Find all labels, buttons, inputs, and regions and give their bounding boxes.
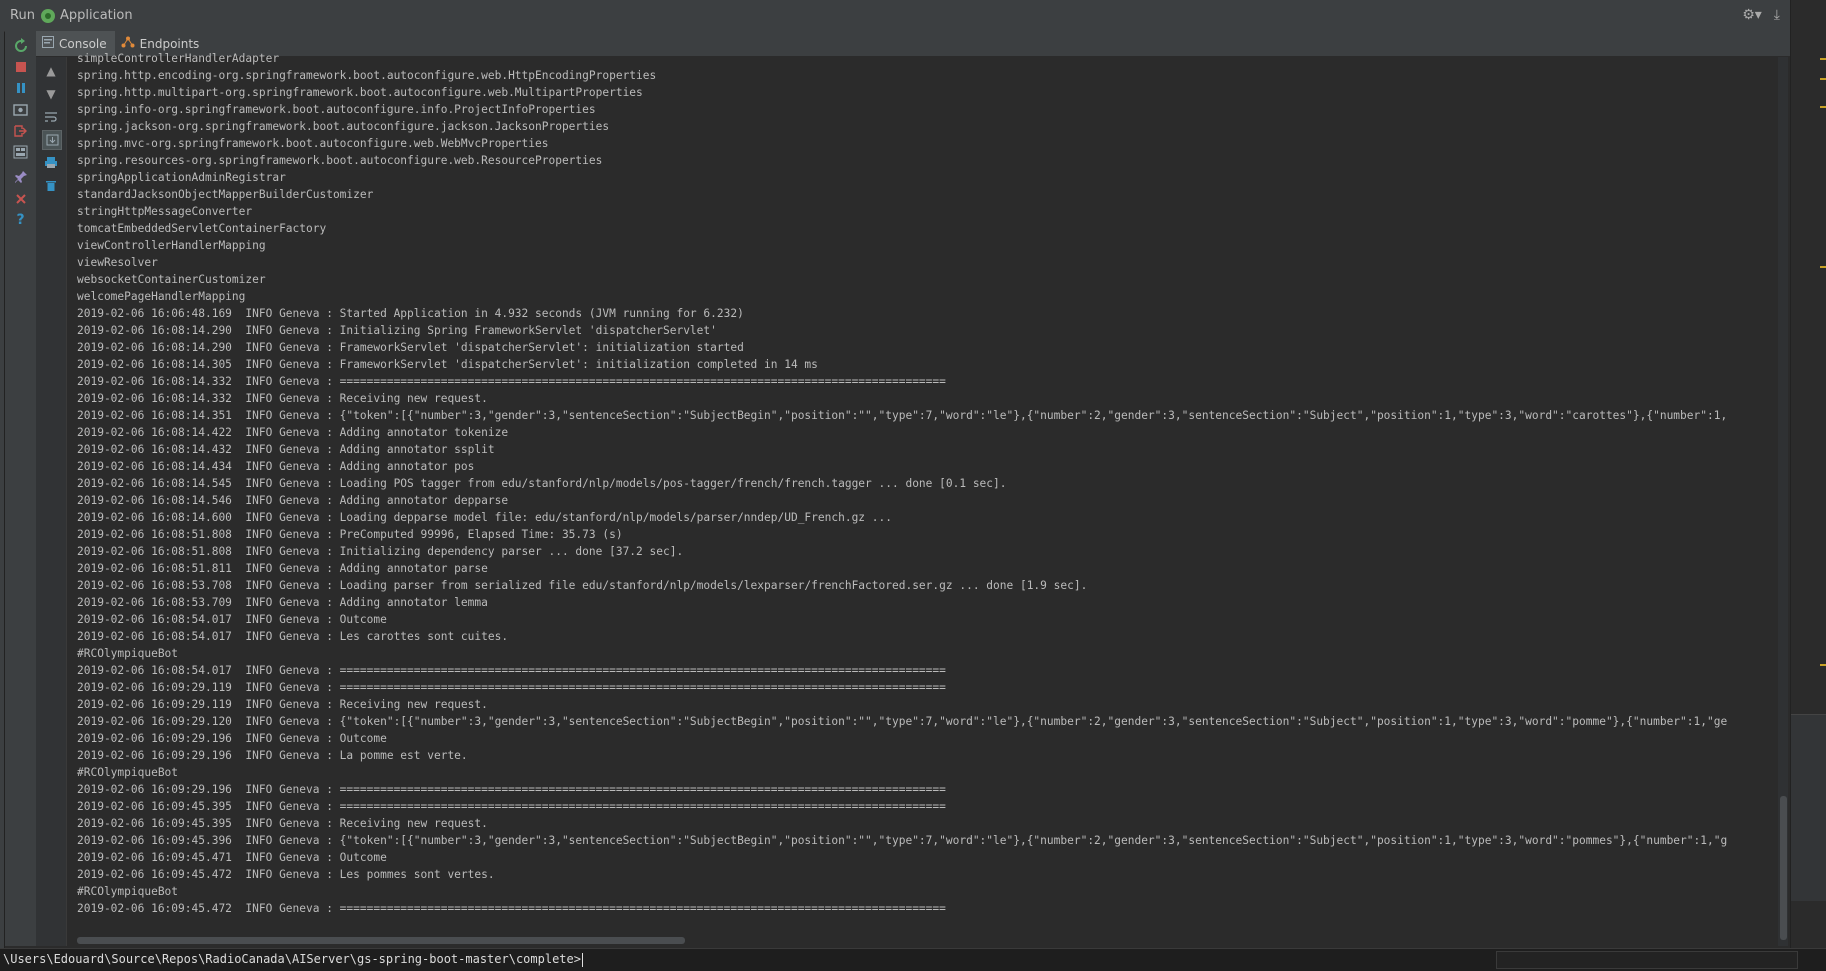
console-line: 2019-02-06 16:08:54.017 INFO Geneva : Le…	[77, 630, 509, 643]
console-line: 2019-02-06 16:08:51.811 INFO Geneva : Ad…	[77, 562, 488, 575]
text-caret	[581, 952, 583, 967]
pause-icon[interactable]	[12, 79, 29, 96]
editor-side-strip	[1790, 0, 1826, 948]
console-line: viewResolver	[77, 256, 158, 269]
dump-threads-icon[interactable]	[12, 101, 29, 118]
console-line: simpleControllerHandlerAdapter	[77, 52, 280, 65]
console-line: 2019-02-06 16:08:53.708 INFO Geneva : Lo…	[77, 579, 1088, 592]
console-line: #RCOlympiqueBot	[77, 885, 179, 898]
console-line: standardJacksonObjectMapperBuilderCustom…	[77, 188, 374, 201]
console-line: 2019-02-06 16:06:48.169 INFO Geneva : St…	[77, 307, 744, 320]
console-line: 2019-02-06 16:08:14.290 INFO Geneva : Fr…	[77, 341, 744, 354]
console-line: spring.resources-org.springframework.boo…	[77, 154, 603, 167]
hide-icon[interactable]: ⤓	[1774, 7, 1780, 23]
console-line: 2019-02-06 16:08:14.600 INFO Geneva : Lo…	[77, 511, 892, 524]
console-toolbar: ▲ ▼	[36, 57, 67, 946]
command-prompt-path: \Users\Edouard\Source\Repos\RadioCanada\…	[3, 952, 581, 966]
console-line: 2019-02-06 16:08:14.305 INFO Geneva : Fr…	[77, 358, 818, 371]
tab-endpoints-label: Endpoints	[139, 36, 200, 51]
marker	[1820, 266, 1826, 268]
console-line: 2019-02-06 16:08:14.332 INFO Geneva : Re…	[77, 392, 488, 405]
down-arrow-icon[interactable]: ▼	[42, 85, 60, 103]
console-output[interactable]: simpleControllerHandlerAdapter spring.htt…	[67, 50, 1785, 932]
print-icon[interactable]	[42, 153, 60, 171]
console-line: viewControllerHandlerMapping	[77, 239, 266, 252]
help-icon[interactable]: ?	[12, 211, 29, 228]
console-line: 2019-02-06 16:08:14.351 INFO Geneva : {"…	[77, 409, 1728, 422]
console-line: 2019-02-06 16:09:29.196 INFO Geneva : La…	[77, 749, 468, 762]
run-tool-window-header: Run Application ⚙▾ ⤓	[4, 0, 1790, 32]
console-line: 2019-02-06 16:08:14.432 INFO Geneva : Ad…	[77, 443, 495, 456]
endpoints-icon	[121, 36, 135, 51]
run-configuration-name[interactable]: Application	[60, 8, 133, 23]
console-line: 2019-02-06 16:09:45.471 INFO Geneva : Ou…	[77, 851, 387, 864]
console-line: 2019-02-06 16:09:29.119 INFO Geneva : ==…	[77, 681, 946, 694]
layout-icon[interactable]	[12, 143, 29, 160]
console-line: stringHttpMessageConverter	[77, 205, 253, 218]
command-prompt-bar[interactable]: \Users\Edouard\Source\Repos\RadioCanada\…	[0, 948, 1826, 971]
console-line: 2019-02-06 16:08:51.808 INFO Geneva : In…	[77, 545, 684, 558]
run-label: Run	[10, 8, 35, 23]
gear-icon[interactable]: ⚙▾	[1742, 7, 1762, 23]
console-line: spring.http.encoding-org.springframework…	[77, 69, 657, 82]
rerun-icon[interactable]	[12, 37, 29, 54]
console-line: spring.http.multipart-org.springframewor…	[77, 86, 643, 99]
close-icon[interactable]	[12, 190, 29, 207]
pin-icon[interactable]	[12, 168, 29, 185]
console-line: spring.info-org.springframework.boot.aut…	[77, 103, 596, 116]
up-arrow-icon[interactable]: ▲	[42, 62, 60, 80]
console-line: 2019-02-06 16:08:14.545 INFO Geneva : Lo…	[77, 477, 1007, 490]
console-line: 2019-02-06 16:09:45.395 INFO Geneva : Re…	[77, 817, 488, 830]
trash-icon[interactable]	[42, 176, 60, 194]
console-line: 2019-02-06 16:09:29.119 INFO Geneva : Re…	[77, 698, 488, 711]
vertical-scrollbar-thumb[interactable]	[1780, 796, 1787, 940]
scroll-to-end-icon[interactable]	[42, 130, 62, 150]
console-line: 2019-02-06 16:08:54.017 INFO Geneva : Ou…	[77, 613, 387, 626]
console-line: #RCOlympiqueBot	[77, 647, 179, 660]
side-panel	[1791, 714, 1826, 901]
console-line: 2019-02-06 16:08:54.017 INFO Geneva : ==…	[77, 664, 946, 677]
marker	[1820, 664, 1826, 666]
console-line: 2019-02-06 16:09:45.472 INFO Geneva : Le…	[77, 868, 495, 881]
console-line: 2019-02-06 16:09:45.395 INFO Geneva : ==…	[77, 800, 946, 813]
console-line: spring.mvc-org.springframework.boot.auto…	[77, 137, 549, 150]
stop-icon[interactable]	[12, 58, 29, 75]
console-line: welcomePageHandlerMapping	[77, 290, 246, 303]
console-line: 2019-02-06 16:09:45.472 INFO Geneva : ==…	[77, 902, 946, 915]
console-line: 2019-02-06 16:09:45.396 INFO Geneva : {"…	[77, 834, 1728, 847]
console-line: 2019-02-06 16:08:14.546 INFO Geneva : Ad…	[77, 494, 509, 507]
console-line: #RCOlympiqueBot	[77, 766, 179, 779]
exit-icon[interactable]	[12, 122, 29, 139]
spring-boot-app-icon	[40, 8, 55, 23]
console-line: springApplicationAdminRegistrar	[77, 171, 286, 184]
console-line: 2019-02-06 16:08:53.709 INFO Geneva : Ad…	[77, 596, 488, 609]
console-line: 2019-02-06 16:08:14.332 INFO Geneva : ==…	[77, 375, 946, 388]
marker	[1820, 106, 1826, 108]
horizontal-scrollbar-thumb[interactable]	[77, 937, 685, 944]
command-input-box[interactable]	[1496, 951, 1798, 969]
console-line: 2019-02-06 16:08:51.808 INFO Geneva : Pr…	[77, 528, 623, 541]
run-toolbar: ?	[5, 31, 37, 946]
tab-console-label: Console	[59, 36, 107, 51]
soft-wrap-icon[interactable]	[42, 108, 60, 126]
marker	[1820, 78, 1826, 80]
console-line: 2019-02-06 16:09:29.196 INFO Geneva : ==…	[77, 783, 946, 796]
console-line: tomcatEmbeddedServletContainerFactory	[77, 222, 327, 235]
console-line: spring.jackson-org.springframework.boot.…	[77, 120, 610, 133]
console-line: 2019-02-06 16:08:14.422 INFO Geneva : Ad…	[77, 426, 509, 439]
console-line: 2019-02-06 16:09:29.196 INFO Geneva : Ou…	[77, 732, 387, 745]
marker	[1820, 58, 1826, 60]
console-line: 2019-02-06 16:08:14.434 INFO Geneva : Ad…	[77, 460, 475, 473]
console-line: 2019-02-06 16:09:29.120 INFO Geneva : {"…	[77, 715, 1728, 728]
console-line: 2019-02-06 16:08:14.290 INFO Geneva : In…	[77, 324, 717, 337]
console-icon	[42, 36, 54, 51]
console-line: websocketContainerCustomizer	[77, 273, 266, 286]
